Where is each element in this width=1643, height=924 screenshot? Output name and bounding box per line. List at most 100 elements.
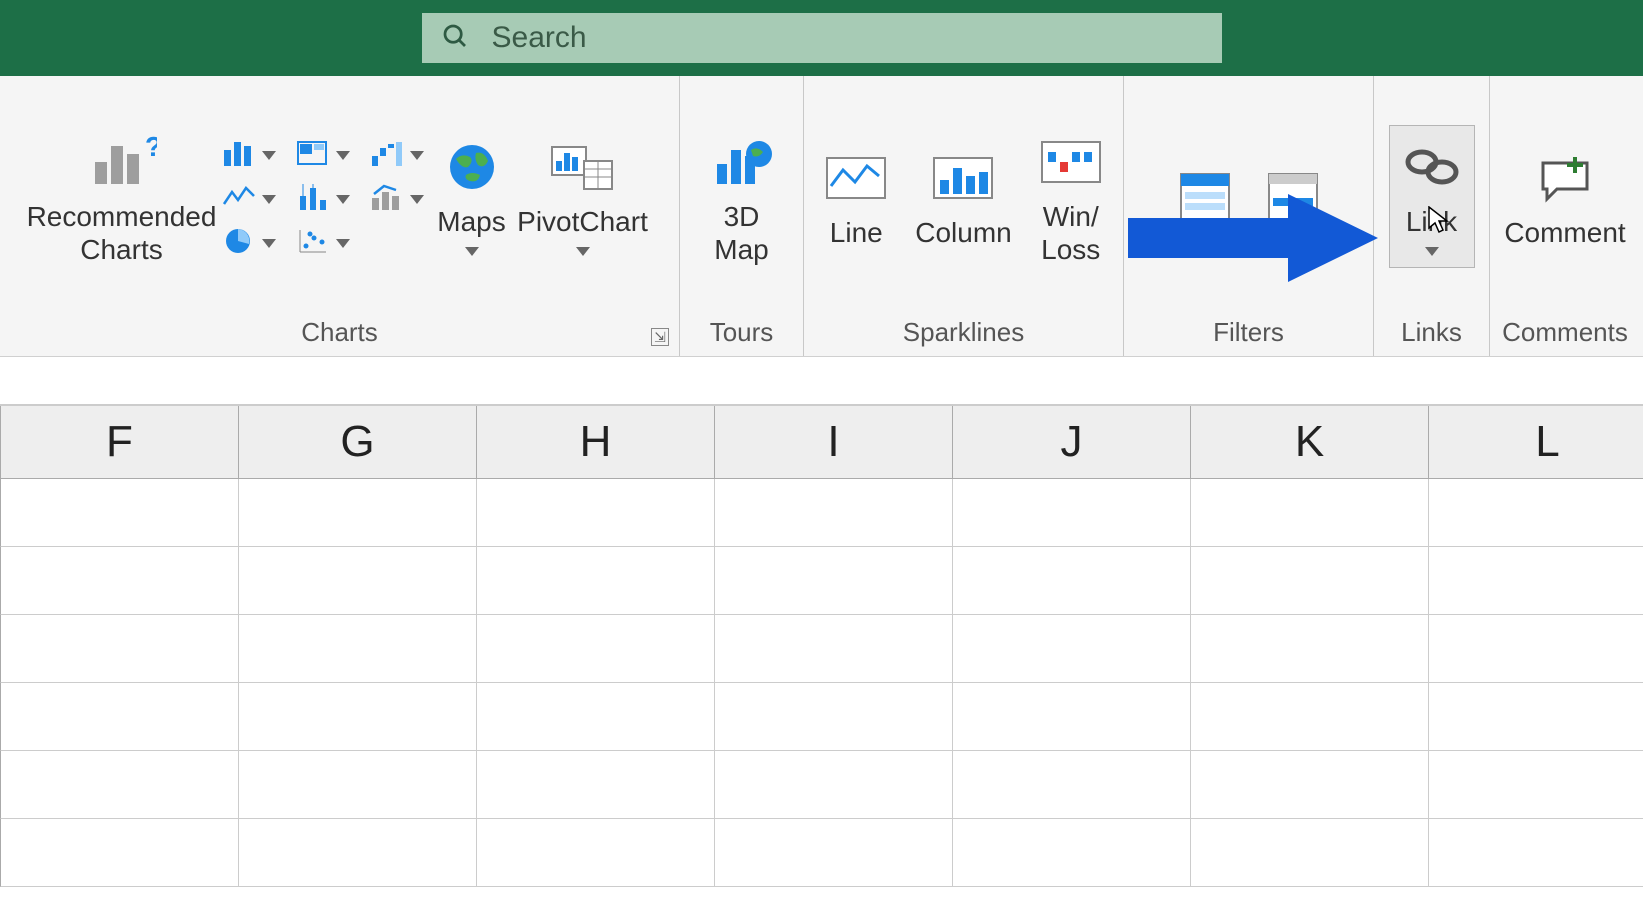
- line-chart-button[interactable]: [218, 180, 278, 214]
- scatter-chart-button[interactable]: [292, 224, 352, 258]
- group-charts: ? Recommended Charts: [0, 76, 680, 356]
- cell[interactable]: [1, 819, 239, 887]
- cell[interactable]: [1, 479, 239, 547]
- sparkline-column-icon: [932, 143, 994, 213]
- chevron-down-icon: [576, 243, 590, 261]
- cell[interactable]: [477, 683, 715, 751]
- cell[interactable]: [239, 751, 477, 819]
- timeline-button[interactable]: [1252, 155, 1334, 239]
- recommended-charts-button[interactable]: ? Recommended Charts: [32, 120, 212, 272]
- chevron-down-icon: [336, 235, 348, 247]
- cell[interactable]: [239, 615, 477, 683]
- cell[interactable]: [715, 547, 953, 615]
- column-header[interactable]: G: [239, 406, 477, 478]
- comment-button[interactable]: Comment: [1493, 136, 1636, 256]
- charts-dialog-launcher[interactable]: ⇲: [651, 328, 669, 346]
- 3d-map-button[interactable]: 3D Map: [696, 120, 788, 272]
- sparkline-column-button[interactable]: Column: [904, 136, 1022, 256]
- cell[interactable]: [715, 479, 953, 547]
- link-icon: [1400, 132, 1464, 202]
- formula-bar[interactable]: [0, 357, 1643, 405]
- cell[interactable]: [239, 683, 477, 751]
- group-comments: Comment Comments: [1490, 76, 1640, 356]
- link-button[interactable]: Link: [1389, 125, 1475, 267]
- cell[interactable]: [1191, 683, 1429, 751]
- comment-label: Comment: [1504, 217, 1625, 249]
- cell[interactable]: [953, 751, 1191, 819]
- sparkline-winloss-button[interactable]: Win/ Loss: [1029, 120, 1113, 272]
- ribbon: ? Recommended Charts: [0, 76, 1643, 357]
- column-header[interactable]: J: [953, 406, 1191, 478]
- cell[interactable]: [1, 547, 239, 615]
- pivotchart-button[interactable]: PivotChart: [518, 125, 648, 267]
- search-icon: [440, 21, 470, 56]
- cell[interactable]: [953, 615, 1191, 683]
- maps-button[interactable]: Maps: [432, 125, 512, 267]
- grid-row: [0, 547, 1643, 615]
- waterfall-chart-button[interactable]: [366, 136, 426, 170]
- globe-icon: [444, 132, 500, 202]
- grid-row: [0, 751, 1643, 819]
- cell[interactable]: [1, 683, 239, 751]
- combo-chart-button[interactable]: [366, 180, 426, 214]
- search-box[interactable]: Search: [422, 13, 1222, 63]
- group-filters-label: Filters: [1132, 311, 1365, 352]
- cell[interactable]: [953, 479, 1191, 547]
- cell[interactable]: [1191, 479, 1429, 547]
- cell[interactable]: [1191, 819, 1429, 887]
- column-header[interactable]: I: [715, 406, 953, 478]
- sparkline-column-label: Column: [915, 217, 1011, 249]
- grid-row: [0, 819, 1643, 887]
- cell[interactable]: [715, 819, 953, 887]
- cell[interactable]: [477, 479, 715, 547]
- cell[interactable]: [1429, 479, 1643, 547]
- chevron-down-icon: [262, 191, 274, 203]
- sparkline-line-button[interactable]: Line: [814, 136, 898, 256]
- cell[interactable]: [1, 615, 239, 683]
- cell[interactable]: [953, 819, 1191, 887]
- slicer-button[interactable]: [1164, 155, 1246, 239]
- group-comments-label: Comments: [1498, 311, 1632, 352]
- statistic-chart-button[interactable]: [292, 180, 352, 214]
- slicer-icon: [1175, 162, 1235, 232]
- column-chart-button[interactable]: [218, 136, 278, 170]
- cell[interactable]: [715, 683, 953, 751]
- column-header[interactable]: K: [1191, 406, 1429, 478]
- chevron-down-icon: [465, 243, 479, 261]
- cell[interactable]: [1, 751, 239, 819]
- chevron-down-icon: [410, 191, 422, 203]
- cell[interactable]: [953, 683, 1191, 751]
- pivotchart-icon: [548, 132, 618, 202]
- grid-row: [0, 479, 1643, 547]
- cell[interactable]: [477, 615, 715, 683]
- cell[interactable]: [1429, 751, 1643, 819]
- cell[interactable]: [1191, 547, 1429, 615]
- pivotchart-label: PivotChart: [517, 206, 648, 238]
- cell[interactable]: [715, 751, 953, 819]
- cell[interactable]: [239, 547, 477, 615]
- group-filters: Filters: [1124, 76, 1374, 356]
- cell[interactable]: [1191, 615, 1429, 683]
- cell[interactable]: [239, 479, 477, 547]
- column-header[interactable]: H: [477, 406, 715, 478]
- sparkline-winloss-icon: [1040, 127, 1102, 197]
- column-header[interactable]: F: [1, 406, 239, 478]
- cell[interactable]: [715, 615, 953, 683]
- group-tours: 3D Map Tours: [680, 76, 804, 356]
- cell[interactable]: [1429, 615, 1643, 683]
- column-header[interactable]: L: [1429, 406, 1643, 478]
- cell[interactable]: [477, 819, 715, 887]
- cell[interactable]: [477, 751, 715, 819]
- hierarchy-chart-button[interactable]: [292, 136, 352, 170]
- chevron-down-icon: [410, 147, 422, 159]
- cell[interactable]: [239, 819, 477, 887]
- cell[interactable]: [1429, 683, 1643, 751]
- cell[interactable]: [477, 547, 715, 615]
- group-links: Link Links: [1374, 76, 1490, 356]
- cell[interactable]: [953, 547, 1191, 615]
- recommended-charts-icon: ?: [87, 127, 157, 197]
- cell[interactable]: [1429, 819, 1643, 887]
- pie-chart-button[interactable]: [218, 224, 278, 258]
- cell[interactable]: [1191, 751, 1429, 819]
- cell[interactable]: [1429, 547, 1643, 615]
